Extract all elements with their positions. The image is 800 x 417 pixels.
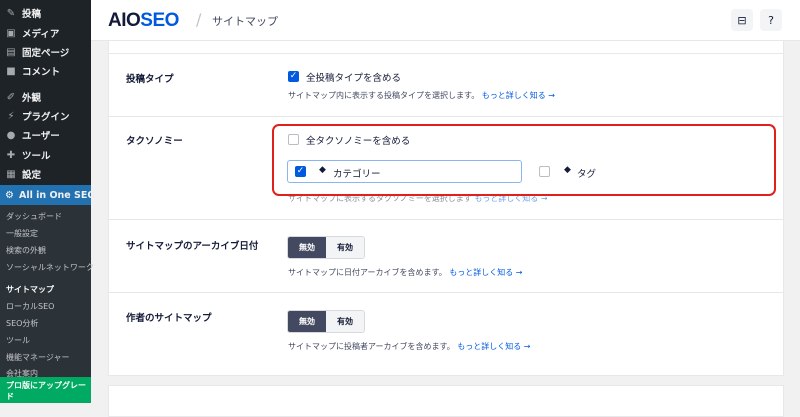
include-all-post-types-checkbox[interactable]: ✓	[288, 71, 299, 82]
inbox-icon: ⊟	[737, 13, 747, 27]
sidebar-item-tools[interactable]: ✚ ツール	[0, 145, 91, 165]
submenu-item-sitemap[interactable]: サイトマップ	[6, 284, 54, 295]
plugin-icon: ⚡	[7, 110, 15, 122]
wrench-icon: ✚	[6, 149, 16, 161]
sidebar-item-media[interactable]: ▣ メディア	[0, 23, 91, 43]
archive-date-toggle: 無効 有効	[287, 236, 365, 259]
sidebar-item-users[interactable]: ● ユーザー	[0, 125, 91, 145]
sidebar-item-label: ツール	[22, 151, 51, 162]
sidebar-item-label: 固定ページ	[22, 48, 70, 59]
aioseo-submenu: ダッシュボード 一般設定 検索の外観 ソーシャルネットワーク サイトマップ ロー…	[0, 205, 94, 403]
submenu-item-local-seo[interactable]: ローカルSEO	[6, 301, 54, 312]
archive-date-enabled-button[interactable]: 有効	[326, 237, 364, 258]
taxonomies-label: タクソノミー	[126, 136, 183, 147]
sidebar-item-aioseo[interactable]: ⚙ All in One SEO	[0, 185, 95, 205]
sidebar-item-label: 設定	[22, 170, 42, 181]
page-title: サイトマップ	[212, 15, 278, 28]
aioseo-icon: ⚙	[5, 189, 14, 201]
brush-icon: ✐	[6, 91, 16, 103]
author-sitemap-enabled-button[interactable]: 有効	[326, 311, 364, 332]
top-header: AIOSEO / サイトマップ ⊟ ?	[91, 0, 800, 41]
highlight-annotation	[272, 124, 776, 196]
submenu-item-tools[interactable]: ツール	[6, 335, 30, 346]
post-types-help: サイトマップ内に表示する投稿タイプを選択します。 もっと詳しく知る →	[288, 91, 555, 100]
sidebar-item-label: ユーザー	[22, 131, 60, 142]
submenu-item-search-appearance[interactable]: 検索の外観	[6, 245, 46, 256]
help-button[interactable]: ?	[760, 9, 782, 31]
sidebar-item-plugins[interactable]: ⚡ プラグイン	[0, 106, 91, 126]
row-divider	[109, 116, 783, 117]
sidebar-item-pages[interactable]: ▤ 固定ページ	[0, 42, 91, 62]
row-divider	[109, 53, 783, 54]
sidebar-item-settings[interactable]: ▦ 設定	[0, 164, 91, 184]
next-settings-card	[108, 385, 784, 417]
submenu-item-feature-manager[interactable]: 機能マネージャー	[6, 352, 69, 363]
aioseo-logo: AIOSEO	[108, 10, 179, 31]
page-icon: ▤	[6, 46, 16, 58]
author-sitemap-help: サイトマップに投稿者アーカイブを含めます。 もっと詳しく知る →	[288, 342, 531, 351]
row-divider	[109, 292, 783, 293]
comment-icon: ■	[6, 65, 16, 77]
archive-date-help: サイトマップに日付アーカイブを含めます。 もっと詳しく知る →	[288, 268, 523, 277]
author-sitemap-toggle: 無効 有効	[287, 310, 365, 333]
sidebar-item-label: 投稿	[22, 9, 42, 20]
row-divider	[109, 219, 783, 220]
sidebar-item-label: コメント	[22, 67, 61, 78]
media-icon: ▣	[6, 27, 16, 39]
breadcrumb-divider: /	[196, 10, 202, 29]
include-all-post-types-label: 全投稿タイプを含める	[306, 73, 402, 84]
archive-date-learn-more-link[interactable]: もっと詳しく知る →	[449, 268, 522, 277]
sitemap-settings-card: 投稿タイプ ✓ 全投稿タイプを含める サイトマップ内に表示する投稿タイプを選択し…	[108, 41, 784, 376]
sidebar-item-appearance[interactable]: ✐ 外観	[0, 87, 91, 107]
post-types-learn-more-link[interactable]: もっと詳しく知る →	[482, 91, 555, 100]
upgrade-button[interactable]: プロ版にアップグレード	[0, 377, 91, 403]
author-sitemap-learn-more-link[interactable]: もっと詳しく知る →	[457, 342, 530, 351]
post-types-label: 投稿タイプ	[126, 74, 174, 85]
submenu-item-social[interactable]: ソーシャルネットワーク	[6, 262, 94, 273]
sidebar-item-comments[interactable]: ■ コメント	[0, 61, 91, 81]
pin-icon: ✎	[6, 7, 16, 19]
sidebar-item-label: All in One SEO	[18, 189, 96, 201]
sidebar-item-posts[interactable]: ✎ 投稿	[0, 3, 91, 23]
settings-icon: ▦	[6, 168, 16, 180]
archive-date-label: サイトマップのアーカイブ日付	[126, 241, 259, 252]
sidebar-item-label: 外観	[22, 93, 42, 104]
help-icon: ?	[768, 13, 774, 27]
author-sitemap-label: 作者のサイトマップ	[126, 313, 212, 324]
archive-date-disabled-button[interactable]: 無効	[288, 237, 326, 258]
check-icon: ✓	[289, 71, 298, 81]
admin-sidebar: ✎ 投稿 ▣ メディア ▤ 固定ページ ■ コメント ✐ 外観 ⚡ プラグイン …	[0, 0, 95, 403]
submenu-item-seo-analysis[interactable]: SEO分析	[6, 318, 38, 329]
submenu-item-general[interactable]: 一般設定	[6, 228, 38, 239]
user-icon: ●	[6, 129, 16, 141]
sidebar-item-label: プラグイン	[22, 112, 70, 123]
submenu-item-dashboard[interactable]: ダッシュボード	[6, 211, 62, 222]
sidebar-item-label: メディア	[22, 29, 60, 40]
notifications-button[interactable]: ⊟	[731, 9, 753, 31]
author-sitemap-disabled-button[interactable]: 無効	[288, 311, 326, 332]
